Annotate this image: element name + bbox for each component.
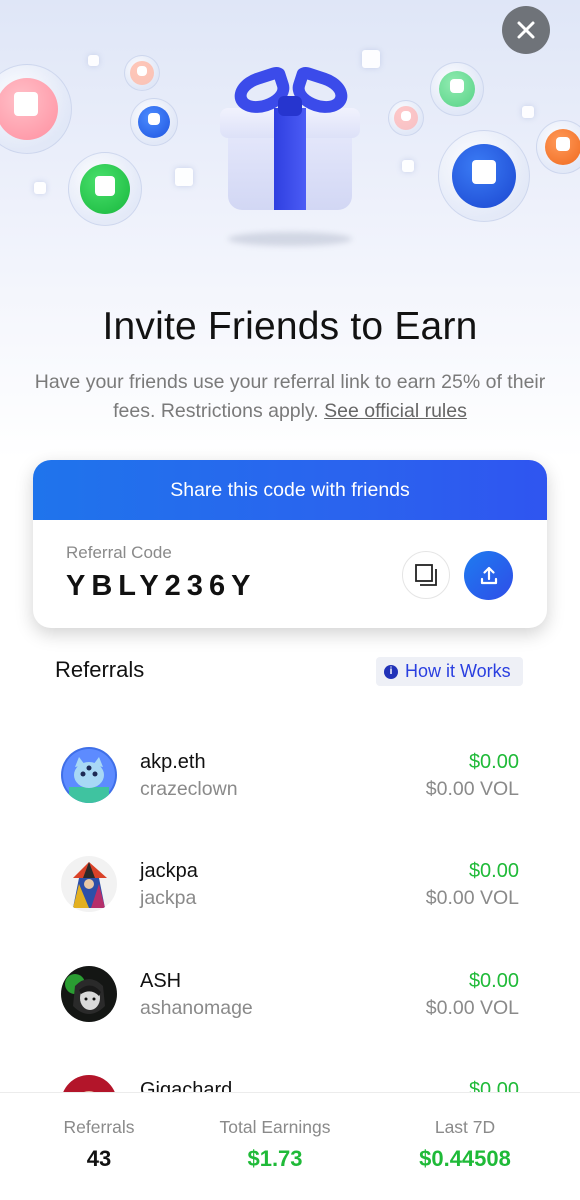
referral-row[interactable]: akp.eth crazeclown $0.00 $0.00 VOL bbox=[0, 747, 580, 807]
referrals-heading: Referrals bbox=[55, 657, 145, 682]
total-earnings-value: $1.73 bbox=[247, 1146, 303, 1171]
referral-earnings: $0.00 bbox=[468, 860, 519, 882]
coin-decoration bbox=[430, 62, 484, 116]
referral-handle: jackpa bbox=[140, 887, 197, 909]
avatar bbox=[61, 966, 117, 1022]
referral-handle: crazeclown bbox=[140, 778, 238, 800]
sparkle-decoration bbox=[34, 182, 46, 194]
page-title: Invite Friends to Earn bbox=[102, 305, 478, 348]
last-7d-label: Last 7D bbox=[434, 1117, 496, 1137]
total-earnings-label: Total Earnings bbox=[219, 1117, 331, 1137]
referrals-count-label: Referrals bbox=[63, 1117, 135, 1137]
coin-decoration bbox=[536, 120, 580, 174]
referral-earnings: $0.00 bbox=[468, 970, 519, 992]
page-subtitle: Have your friends use your referral link… bbox=[30, 368, 550, 426]
coin-decoration bbox=[438, 130, 530, 222]
sparkle-decoration bbox=[522, 106, 534, 118]
sparkle-decoration bbox=[402, 160, 414, 172]
share-code-button[interactable] bbox=[464, 551, 513, 600]
referral-volume: $0.00 VOL bbox=[425, 887, 519, 909]
info-icon: i bbox=[384, 664, 398, 679]
referral-code-label: Referral Code bbox=[66, 543, 172, 562]
share-icon bbox=[480, 566, 497, 584]
referral-code-card: Share this code with friends Referral Co… bbox=[33, 460, 547, 628]
referral-volume: $0.00 VOL bbox=[425, 778, 519, 800]
referral-name: akp.eth bbox=[140, 751, 206, 773]
referral-row[interactable]: ASH ashanomage $0.00 $0.00 VOL bbox=[0, 966, 580, 1026]
coin-decoration bbox=[124, 55, 160, 91]
referrals-count-value: 43 bbox=[86, 1146, 112, 1171]
subtitle-text: Have your friends use your referral link… bbox=[34, 371, 546, 422]
referral-code-value: YBLY236Y bbox=[66, 570, 257, 602]
code-card-header: Share this code with friends bbox=[33, 460, 547, 520]
coin-decoration bbox=[130, 98, 178, 146]
avatar bbox=[61, 856, 117, 912]
how-it-works-label: How it Works bbox=[405, 661, 511, 681]
coin-decoration bbox=[68, 152, 142, 226]
how-it-works-button[interactable]: i How it Works bbox=[376, 657, 523, 686]
referral-stats-footer: Referrals 43 Total Earnings $1.73 Last 7… bbox=[0, 1092, 580, 1200]
coin-decoration bbox=[388, 100, 424, 136]
official-rules-link[interactable]: See official rules bbox=[324, 400, 467, 422]
referral-earnings: $0.00 bbox=[468, 751, 519, 773]
sparkle-decoration bbox=[362, 50, 380, 68]
sparkle-decoration bbox=[88, 55, 99, 66]
referral-handle: ashanomage bbox=[140, 997, 253, 1019]
referral-volume: $0.00 VOL bbox=[425, 997, 519, 1019]
close-icon bbox=[517, 21, 535, 39]
avatar bbox=[61, 747, 117, 803]
referral-name: jackpa bbox=[140, 860, 198, 882]
referrals-count-stat: Referrals 43 bbox=[38, 1117, 160, 1172]
close-button[interactable] bbox=[502, 6, 550, 54]
total-earnings-stat: Total Earnings $1.73 bbox=[195, 1117, 355, 1172]
copy-icon bbox=[415, 564, 437, 586]
gift-icon bbox=[216, 64, 364, 250]
referral-row[interactable]: jackpa jackpa $0.00 $0.00 VOL bbox=[0, 856, 580, 916]
sparkle-decoration bbox=[175, 168, 193, 186]
last-7d-value: $0.44508 bbox=[419, 1146, 511, 1171]
copy-code-button[interactable] bbox=[402, 551, 450, 599]
coin-decoration bbox=[0, 64, 72, 154]
referral-name: ASH bbox=[140, 970, 182, 992]
last-7d-stat: Last 7D $0.44508 bbox=[400, 1117, 530, 1172]
